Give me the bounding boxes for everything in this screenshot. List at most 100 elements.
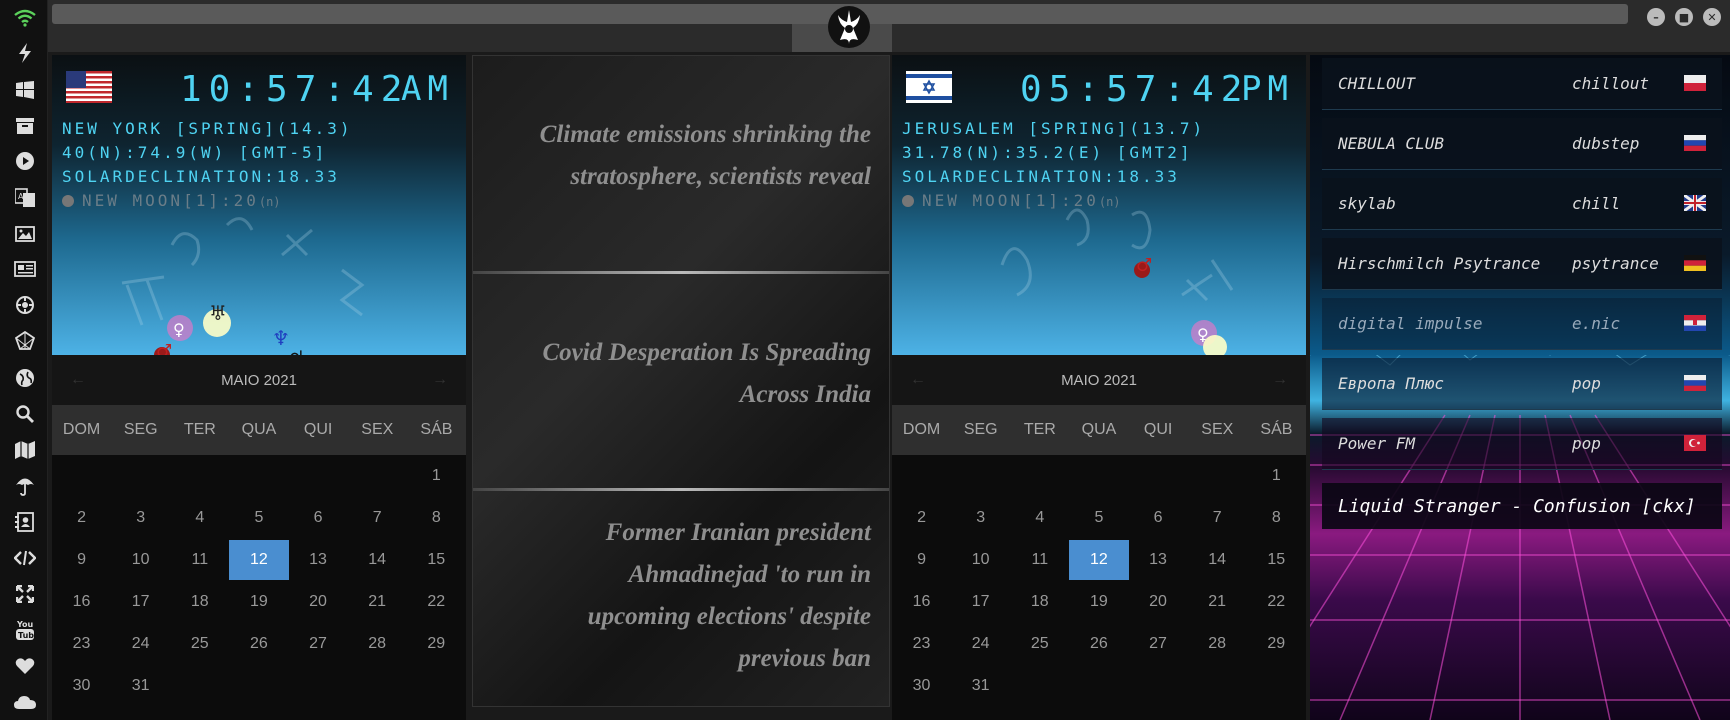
heart-icon[interactable] xyxy=(13,654,37,678)
expand-icon[interactable] xyxy=(13,582,37,606)
calendar-day[interactable]: 24 xyxy=(111,623,170,665)
maximize-icon[interactable]: ■ xyxy=(1675,8,1693,26)
chevron-right-icon[interactable]: → xyxy=(1272,371,1288,389)
calendar-day[interactable]: 18 xyxy=(1010,581,1069,623)
calendar-day[interactable]: 25 xyxy=(170,623,229,665)
radio-station-item[interactable]: Power FM pop xyxy=(1322,418,1722,470)
news-headline[interactable]: Former Iranian president Ahmadinejad 'to… xyxy=(541,512,871,680)
news-headline[interactable]: Covid Desperation Is Spreading Across In… xyxy=(491,332,871,416)
calendar-day[interactable]: 21 xyxy=(348,581,407,623)
radio-station-item[interactable]: CHILLOUT chillout xyxy=(1322,58,1722,110)
calendar-day[interactable]: 8 xyxy=(407,497,466,539)
calendar-day[interactable]: 30 xyxy=(52,665,111,707)
map-icon[interactable] xyxy=(13,438,37,462)
calendar-day[interactable]: 2 xyxy=(52,497,111,539)
translate-icon[interactable]: A xyxy=(13,185,37,209)
calendar-day[interactable]: 23 xyxy=(892,623,951,665)
network-icon[interactable] xyxy=(13,329,37,353)
calendar-day[interactable]: 15 xyxy=(407,539,466,581)
calendar-day[interactable]: 26 xyxy=(1069,623,1128,665)
calendar-day[interactable]: 13 xyxy=(1129,539,1188,581)
calendar-day[interactable]: 8 xyxy=(1247,497,1306,539)
calendar-day[interactable]: 31 xyxy=(111,665,170,707)
calendar-day[interactable]: 6 xyxy=(1129,497,1188,539)
youtube-icon[interactable]: You Tube xyxy=(13,618,37,642)
news-icon[interactable] xyxy=(13,257,37,281)
calendar-day[interactable]: 19 xyxy=(1069,581,1128,623)
cloud-icon[interactable] xyxy=(13,690,37,714)
chevron-left-icon[interactable]: ← xyxy=(70,371,86,389)
calendar-day[interactable]: 27 xyxy=(289,623,348,665)
calendar-day[interactable]: 29 xyxy=(1247,623,1306,665)
chevron-right-icon[interactable]: → xyxy=(432,371,448,389)
code-icon[interactable] xyxy=(13,546,37,570)
calendar-day[interactable]: 9 xyxy=(892,539,951,581)
calendar-day[interactable]: 17 xyxy=(951,581,1010,623)
calendar-day[interactable]: 7 xyxy=(1188,497,1247,539)
calendar-day[interactable]: 10 xyxy=(111,539,170,581)
news-headline[interactable]: Climate emissions shrinking the stratosp… xyxy=(491,114,871,198)
calendar-day[interactable]: 26 xyxy=(229,623,288,665)
calendar-day[interactable]: 13 xyxy=(289,539,348,581)
calendar-day[interactable]: 21 xyxy=(1188,581,1247,623)
rebel-alliance-logo-icon[interactable] xyxy=(826,4,872,50)
calendar-day[interactable]: 10 xyxy=(951,539,1010,581)
calendar-day[interactable]: 17 xyxy=(111,581,170,623)
calendar-day[interactable]: 4 xyxy=(1010,497,1069,539)
calendar-day[interactable]: 22 xyxy=(407,581,466,623)
calendar-day[interactable]: 16 xyxy=(892,581,951,623)
settings-gear-icon[interactable] xyxy=(13,293,37,317)
calendar-day[interactable]: 2 xyxy=(892,497,951,539)
calendar-day[interactable]: 28 xyxy=(348,623,407,665)
calendar-day[interactable]: 11 xyxy=(1010,539,1069,581)
calendar-day[interactable]: 29 xyxy=(407,623,466,665)
umbrella-icon[interactable] xyxy=(13,474,37,498)
archive-icon[interactable] xyxy=(13,114,37,138)
calendar-day[interactable]: 4 xyxy=(170,497,229,539)
image-icon[interactable] xyxy=(13,222,37,246)
bolt-icon[interactable] xyxy=(13,41,37,65)
contacts-icon[interactable] xyxy=(13,510,37,534)
calendar-day[interactable]: 5 xyxy=(1069,497,1128,539)
calendar-day[interactable]: 3 xyxy=(951,497,1010,539)
calendar-day[interactable]: 6 xyxy=(289,497,348,539)
calendar-day[interactable]: 1 xyxy=(407,455,466,497)
calendar-day-today[interactable]: 12 xyxy=(1069,540,1129,580)
calendar-day[interactable]: 27 xyxy=(1129,623,1188,665)
calendar-day[interactable]: 18 xyxy=(170,581,229,623)
calendar-day[interactable]: 5 xyxy=(229,497,288,539)
radio-station-item[interactable]: digital impulse e.nic xyxy=(1322,298,1722,350)
calendar-day[interactable]: 23 xyxy=(52,623,111,665)
calendar-day[interactable]: 15 xyxy=(1247,539,1306,581)
minimize-icon[interactable]: – xyxy=(1647,8,1665,26)
play-icon[interactable] xyxy=(13,149,37,173)
windows-icon[interactable] xyxy=(13,78,37,102)
calendar-day[interactable]: 22 xyxy=(1247,581,1306,623)
radio-station-item[interactable]: skylab chill xyxy=(1322,178,1722,230)
calendar-day[interactable]: 20 xyxy=(1129,581,1188,623)
calendar-day[interactable]: 20 xyxy=(289,581,348,623)
calendar-day[interactable]: 14 xyxy=(1188,539,1247,581)
calendar-day[interactable]: 30 xyxy=(892,665,951,707)
calendar-day[interactable]: 1 xyxy=(1247,455,1306,497)
radio-station-item[interactable]: Европа Плюс pop xyxy=(1322,358,1722,410)
calendar-day[interactable]: 25 xyxy=(1010,623,1069,665)
calendar-day-today[interactable]: 12 xyxy=(229,540,289,580)
calendar-day[interactable]: 24 xyxy=(951,623,1010,665)
wifi-icon[interactable] xyxy=(13,6,37,30)
calendar-day[interactable]: 9 xyxy=(52,539,111,581)
calendar-day[interactable]: 16 xyxy=(52,581,111,623)
calendar-day[interactable]: 3 xyxy=(111,497,170,539)
calendar-day[interactable]: 28 xyxy=(1188,623,1247,665)
calendar-day[interactable]: 14 xyxy=(348,539,407,581)
calendar-day[interactable]: 7 xyxy=(348,497,407,539)
radio-station-item[interactable]: Hirschmilch Psytrance psytrance xyxy=(1322,238,1722,290)
globe-icon[interactable] xyxy=(13,366,37,390)
radio-station-item[interactable]: NEBULA CLUB dubstep xyxy=(1322,118,1722,170)
search-icon[interactable] xyxy=(13,402,37,426)
chevron-left-icon[interactable]: ← xyxy=(910,371,926,389)
calendar-day[interactable]: 31 xyxy=(951,665,1010,707)
calendar-day[interactable]: 11 xyxy=(170,539,229,581)
close-icon[interactable]: ✕ xyxy=(1703,8,1721,26)
calendar-day[interactable]: 19 xyxy=(229,581,288,623)
